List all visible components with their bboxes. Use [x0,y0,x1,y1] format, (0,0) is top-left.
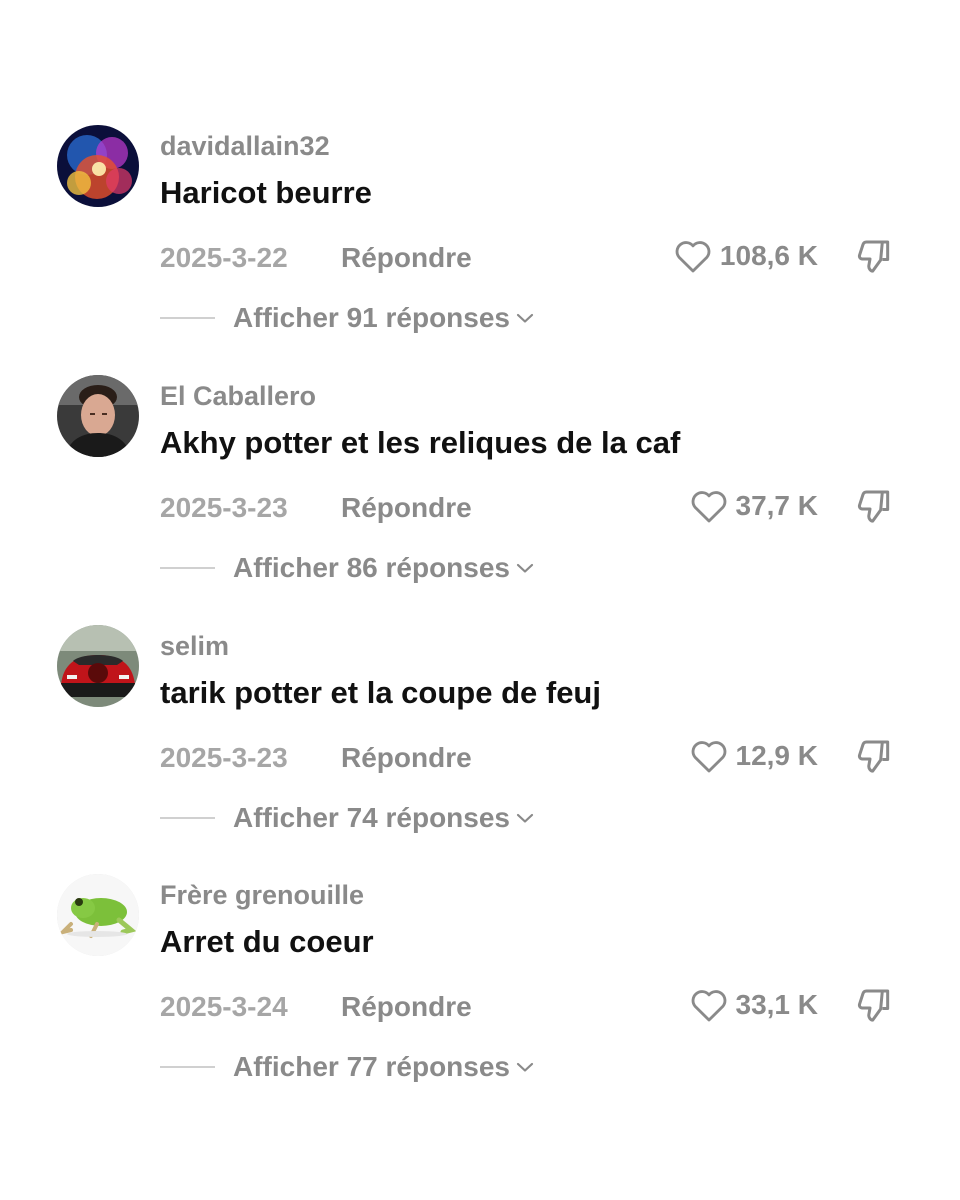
thumbs-down-icon [857,240,890,273]
thumbs-down-icon [857,490,890,523]
heart-outline-icon [675,241,711,273]
heart-outline-icon [691,741,726,773]
view-replies-button[interactable]: Afficher 86 réponses [233,552,536,584]
comment-item: Frère grenouille Arret du coeur 2025-3-2… [0,874,960,1124]
chevron-down-icon [514,811,536,825]
heart-outline-icon [691,491,726,523]
view-replies-label: Afficher 77 réponses [233,1051,510,1082]
chevron-down-icon [514,311,536,325]
view-replies-button[interactable]: Afficher 77 réponses [233,1051,536,1083]
divider [160,317,215,319]
comment-item: selim tarik potter et la coupe de feuj 2… [0,625,960,875]
like-count: 37,7 K [735,490,819,521]
divider [160,1066,215,1068]
like-count: 108,6 K [719,240,818,271]
divider [160,567,215,569]
chevron-down-icon [514,1060,536,1074]
view-replies-row: Afficher 86 réponses [160,552,536,584]
comment-date: 2025-3-23 [160,492,288,523]
reply-button[interactable]: Répondre [341,242,472,274]
comment-item: El Caballero Akhy potter et les reliques… [0,375,960,625]
comment-date: 2025-3-23 [160,742,288,773]
dislike-button[interactable] [854,986,894,1026]
comment-text: Haricot beurre [160,175,372,210]
avatar[interactable] [57,375,139,457]
username[interactable]: selim [160,631,229,662]
comment-text: Arret du coeur [160,924,374,959]
divider [160,817,215,819]
username[interactable]: El Caballero [160,381,316,412]
red-car-avatar-icon [57,625,139,707]
view-replies-label: Afficher 86 réponses [233,552,510,583]
username[interactable]: davidallain32 [160,131,330,162]
dislike-button[interactable] [854,487,894,527]
comment-text: Akhy potter et les reliques de la caf [160,425,681,460]
comment-date: 2025-3-24 [160,991,288,1022]
fireworks-avatar-icon [57,125,139,207]
reply-button[interactable]: Répondre [341,991,472,1023]
like-count: 33,1 K [735,989,819,1020]
avatar[interactable] [57,874,139,956]
view-replies-button[interactable]: Afficher 91 réponses [233,302,536,334]
comment-date: 2025-3-22 [160,242,288,273]
view-replies-row: Afficher 77 réponses [160,1051,536,1083]
username[interactable]: Frère grenouille [160,880,364,911]
view-replies-label: Afficher 91 réponses [233,302,510,333]
like-button[interactable]: 12,9 K [690,738,819,774]
view-replies-button[interactable]: Afficher 74 réponses [233,802,536,834]
reply-button[interactable]: Répondre [341,742,472,774]
avatar[interactable] [57,625,139,707]
view-replies-label: Afficher 74 réponses [233,802,510,833]
dislike-button[interactable] [854,737,894,777]
avatar[interactable] [57,125,139,207]
like-button[interactable]: 37,7 K [690,488,819,524]
comment-text: tarik potter et la coupe de feuj [160,675,601,710]
dislike-button[interactable] [854,237,894,277]
view-replies-row: Afficher 91 réponses [160,302,536,334]
thumbs-down-icon [857,740,890,773]
frog-avatar-icon [57,874,139,956]
comment-item: davidallain32 Haricot beurre 2025-3-22 R… [0,125,960,375]
thumbs-down-icon [857,989,890,1022]
reply-button[interactable]: Répondre [341,492,472,524]
chevron-down-icon [514,561,536,575]
heart-outline-icon [691,990,726,1022]
like-button[interactable]: 33,1 K [690,987,819,1023]
man-portrait-avatar-icon [57,375,139,457]
like-button[interactable]: 108,6 K [674,238,818,274]
like-count: 12,9 K [735,740,819,771]
view-replies-row: Afficher 74 réponses [160,802,536,834]
